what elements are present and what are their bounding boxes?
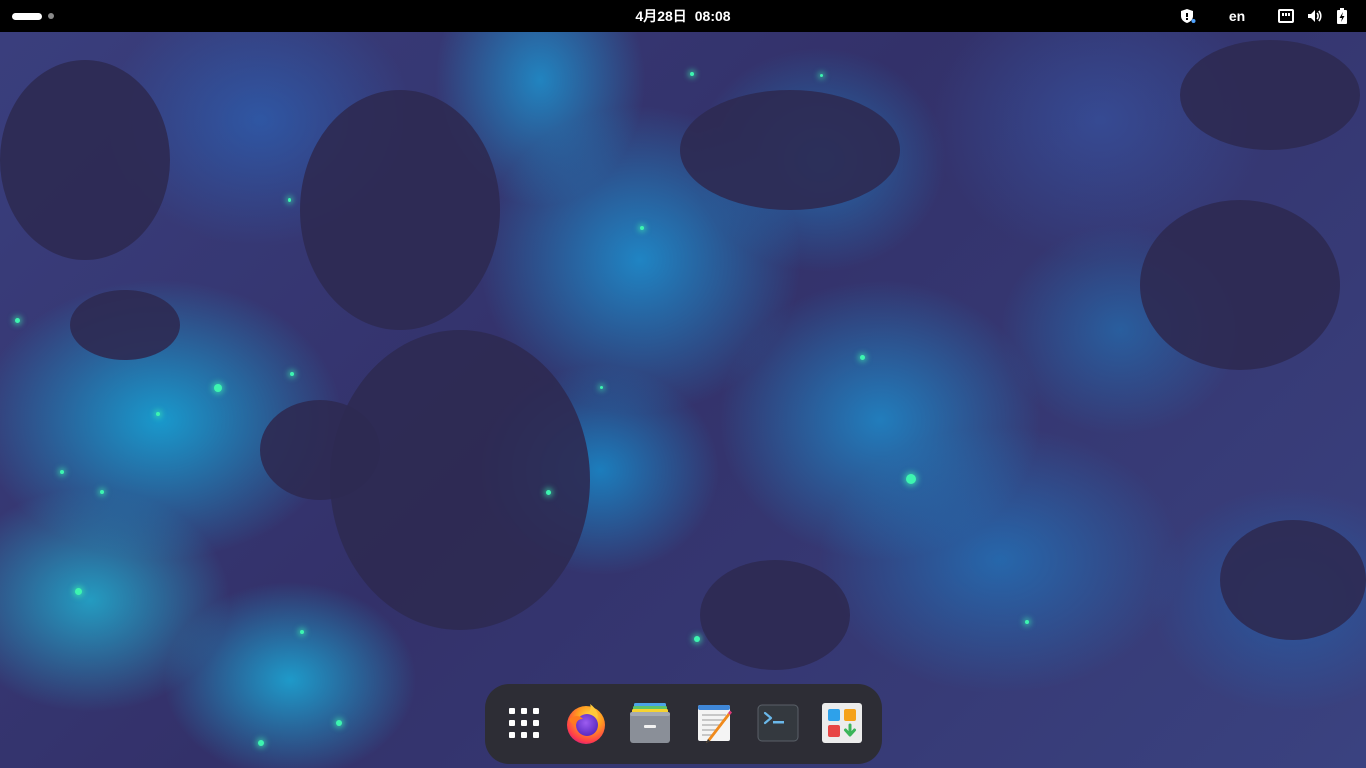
wallpaper-sparkle — [214, 384, 222, 392]
network-wired-icon[interactable] — [1277, 7, 1295, 25]
files-icon — [628, 701, 672, 750]
wallpaper-shape — [1220, 520, 1366, 640]
time-label: 08:08 — [694, 8, 731, 24]
show-apps-button[interactable] — [499, 700, 549, 750]
wallpaper-shape — [1140, 200, 1340, 370]
wallpaper-sparkle — [1025, 620, 1029, 624]
wallpaper-sparkle — [288, 198, 291, 202]
wallpaper-sparkle — [820, 74, 823, 77]
workspace-active-pill[interactable] — [12, 12, 42, 20]
wallpaper-sparkle — [690, 72, 694, 76]
wallpaper-shape — [680, 90, 900, 210]
terminal-launcher[interactable] — [753, 700, 803, 750]
wallpaper-sparkle — [546, 490, 551, 495]
software-launcher[interactable] — [817, 700, 867, 750]
wallpaper-sparkle — [300, 630, 304, 634]
text-editor-launcher[interactable] — [689, 700, 739, 750]
desktop-wallpaper — [0, 0, 1366, 768]
wallpaper-sparkle — [15, 318, 20, 323]
text-editor-icon — [692, 701, 736, 750]
wallpaper-sparkle — [860, 355, 865, 360]
battery-charging-icon[interactable] — [1335, 7, 1349, 25]
wallpaper-sparkle — [75, 588, 82, 595]
wallpaper-shape — [1180, 40, 1360, 150]
top-bar: 4月28日 08:08 en — [0, 0, 1366, 32]
wallpaper-sparkle — [156, 412, 160, 416]
wallpaper-shape — [300, 90, 500, 330]
wallpaper-sparkle — [600, 386, 603, 389]
dock — [485, 684, 882, 764]
date-time-button[interactable]: 4月28日 08:08 — [625, 3, 740, 29]
wallpaper-shape — [700, 560, 850, 670]
workspace-indicator[interactable] — [12, 9, 54, 23]
firefox-launcher[interactable] — [561, 700, 611, 750]
wallpaper-shape — [70, 290, 180, 360]
wallpaper-sparkle — [906, 474, 916, 484]
wallpaper-sparkle — [100, 490, 104, 494]
software-store-icon — [820, 701, 864, 750]
wallpaper-sparkle — [640, 226, 644, 230]
wallpaper-sparkle — [290, 372, 294, 376]
date-label: 4月28日 — [635, 8, 687, 24]
wallpaper-sparkle — [694, 636, 700, 642]
wallpaper-shape — [260, 400, 380, 500]
volume-icon[interactable] — [1305, 7, 1323, 25]
wallpaper-sparkle — [336, 720, 342, 726]
workspace-dot[interactable] — [48, 13, 54, 19]
wallpaper-sparkle — [60, 470, 64, 474]
files-launcher[interactable] — [625, 700, 675, 750]
input-language-indicator[interactable]: en — [1222, 7, 1252, 25]
firefox-icon — [564, 701, 608, 750]
privacy-shield-icon[interactable] — [1180, 7, 1196, 25]
terminal-icon — [756, 701, 800, 750]
app-grid-icon — [508, 707, 540, 744]
wallpaper-shape — [330, 330, 590, 630]
clock-container: 4月28日 08:08 — [0, 0, 1366, 32]
wallpaper-shape — [0, 60, 170, 260]
wallpaper-sparkle — [258, 740, 264, 746]
